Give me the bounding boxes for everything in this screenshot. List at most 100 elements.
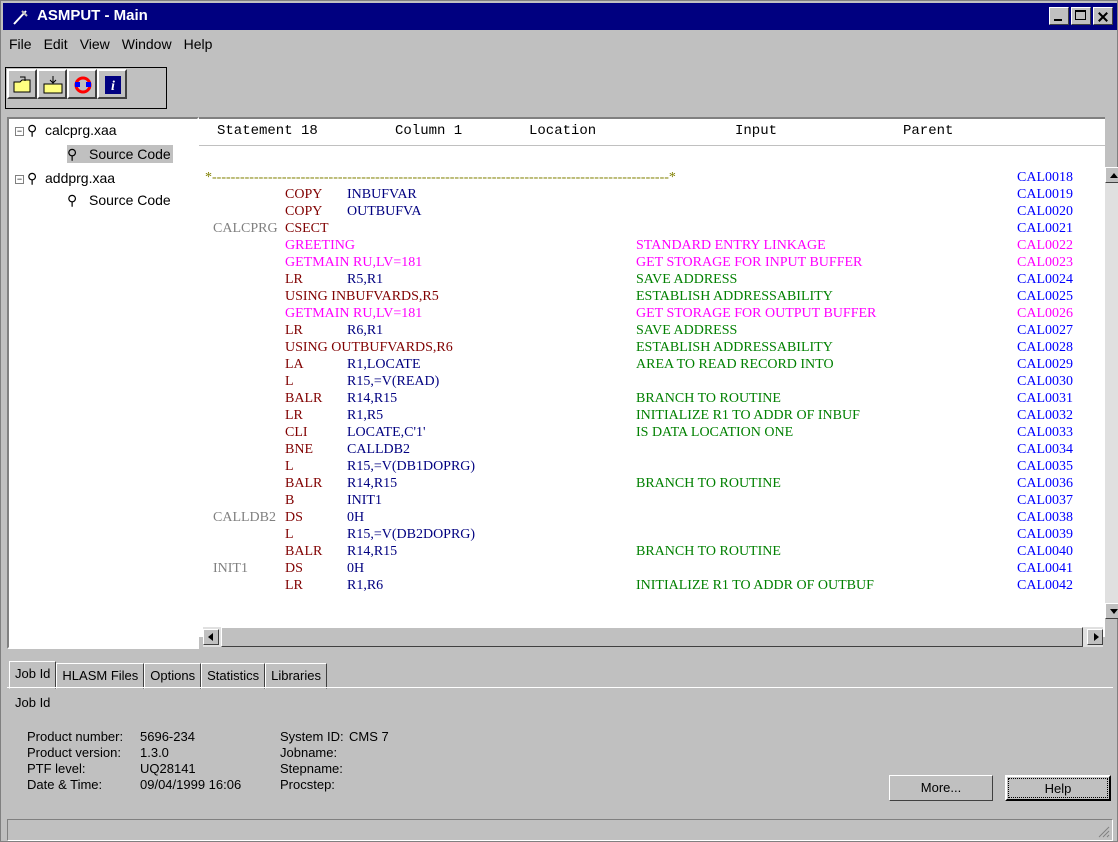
sequence-number: CAL0036 [1017,476,1073,491]
opcode: LA [285,357,304,372]
menu-bar: File Edit View Window Help [3,31,218,57]
opcode: LR [285,408,303,423]
sequence-number: CAL0025 [1017,289,1073,304]
file-tree[interactable]: − ⚲ calcprg.xaa ⚲ Source Code − ⚲ addprg.xa… [7,117,199,649]
load-icon [43,76,63,94]
statement-label: INIT1 [213,561,248,576]
tab-job-id[interactable]: Job Id [9,661,57,689]
tab-options[interactable]: Options [144,663,202,689]
tree-node-source[interactable]: ⚲ Source Code [67,191,171,209]
horizontal-scroll-thumb[interactable] [221,627,1083,647]
tab-libraries[interactable]: Libraries [265,663,327,689]
opcode: L [285,527,294,542]
scroll-left-button[interactable] [203,629,219,645]
telescope-icon: ⚲ [27,122,38,138]
operand: R5,R1 [347,272,384,287]
operand: INIT1 [347,493,382,508]
menu-window[interactable]: Window [116,31,178,57]
operand: R15,=V(READ) [347,374,440,389]
remark: INITIALIZE R1 TO ADDR OF OUTBUF [636,578,874,593]
resize-grip-icon[interactable] [1096,824,1110,838]
opcode: B [285,493,295,508]
operand: R15,=V(DB1DOPRG) [347,459,476,474]
code-line[interactable]: LR R1,R6 INITIALIZE R1 TO ADDR OF OUTBUF CA… [199,578,1105,594]
code-line[interactable]: GETMAIN RU,LV=181 GET STORAGE FOR INPUT B… [199,255,1105,271]
opcode: CSECT [285,221,329,236]
system-id-value: CMS 7 [349,729,389,744]
code-line[interactable]: LA R1,LOCATE AREA TO READ RECORD INTO CAL00… [199,357,1105,373]
code-line[interactable]: COPY OUTBUFVA CAL0020 [199,204,1105,220]
code-line[interactable]: BALR R14,R15 BRANCH TO ROUTINE CAL0040 [199,544,1105,560]
source-code-view[interactable]: Statement 18 Column 1 Location Input Par… [199,117,1105,637]
code-line[interactable]: BALR R14,R15 BRANCH TO ROUTINE CAL0031 [199,391,1105,407]
code-line[interactable]: USING OUTBUFVARDS,R6 ESTABLISH ADDRESSABI… [199,340,1105,356]
more-button[interactable]: More... [889,775,993,801]
job-id-heading: Job Id [15,695,51,710]
menu-help[interactable]: Help [178,31,219,57]
code-line[interactable]: LR R5,R1 SAVE ADDRESS CAL0024 [199,272,1105,288]
close-button[interactable] [1093,7,1113,25]
code-line[interactable]: L R15,=V(DB1DOPRG) CAL0035 [199,459,1105,475]
code-line[interactable]: B INIT1 CAL0037 [199,493,1105,509]
minimize-button[interactable] [1049,7,1069,25]
code-line[interactable]: L R15,=V(DB2DOPRG) CAL0039 [199,527,1105,543]
code-line[interactable]: CALCPRG CSECT CAL0021 [199,221,1105,237]
opcode: BNE [285,442,313,457]
code-line[interactable]: CALLDB2 DS 0H CAL0038 [199,510,1105,526]
code-line[interactable]: USING INBUFVARDS,R5 ESTABLISH ADDRESSABIL… [199,289,1105,305]
remark: ESTABLISH ADDRESSABILITY [636,289,833,304]
remark: SAVE ADDRESS [636,272,738,287]
code-line[interactable]: BNE CALLDB2 CAL0034 [199,442,1105,458]
tree-collapse-toggle[interactable]: − [15,175,24,184]
remark: BRANCH TO ROUTINE [636,476,781,491]
scroll-down-button[interactable] [1105,603,1118,619]
opcode: COPY [285,187,323,202]
horizontal-scrollbar[interactable] [203,627,1103,647]
title-bar[interactable]: ASMPUT - Main [3,3,1117,30]
tree-collapse-toggle[interactable]: − [15,127,24,136]
tree-file-label: addprg.xaa [45,170,116,186]
input-indicator: Input [735,123,778,139]
code-line[interactable]: LR R6,R1 SAVE ADDRESS CAL0027 [199,323,1105,339]
code-line[interactable]: INIT1 DS 0H CAL0041 [199,561,1105,577]
tree-node-file[interactable]: ⚲ addprg.xaa [27,169,115,187]
open-folder-button[interactable] [7,69,37,99]
remark: GET STORAGE FOR INPUT BUFFER [636,255,863,270]
product-number-label: Product number: [27,729,124,744]
help-button[interactable]: Help [1005,775,1111,801]
maximize-button[interactable] [1071,7,1091,25]
opcode: CLI [285,425,308,440]
code-line[interactable]: GETMAIN RU,LV=181 GET STORAGE FOR OUTPUT … [199,306,1105,322]
sequence-number: CAL0039 [1017,527,1073,542]
code-line[interactable]: CLI LOCATE,C'1' IS DATA LOCATION ONE CAL003… [199,425,1105,441]
scroll-up-button[interactable] [1105,167,1118,183]
refresh-button[interactable] [67,69,97,99]
opcode: LR [285,578,303,593]
remark: GET STORAGE FOR OUTPUT BUFFER [636,306,877,321]
sequence-number: CAL0019 [1017,187,1073,202]
menu-file[interactable]: File [3,31,38,57]
load-button[interactable] [37,69,67,99]
tree-node-source[interactable]: ⚲ Source Code [67,145,173,163]
scroll-right-button[interactable] [1087,629,1103,645]
code-line[interactable]: BALR R14,R15 BRANCH TO ROUTINE CAL0036 [199,476,1105,492]
tab-statistics[interactable]: Statistics [201,663,266,689]
info-button[interactable]: i [97,69,127,99]
menu-edit[interactable]: Edit [38,31,74,57]
code-line[interactable]: L R15,=V(READ) CAL0030 [199,374,1105,390]
menu-view[interactable]: View [74,31,116,57]
code-line[interactable]: GREETING STANDARD ENTRY LINKAGE CAL0022 [199,238,1105,254]
code-line[interactable]: COPY INBUFVAR CAL0019 [199,187,1105,203]
remark: STANDARD ENTRY LINKAGE [636,238,826,253]
tree-node-file[interactable]: ⚲ calcprg.xaa [27,121,117,139]
sequence-number: CAL0033 [1017,425,1073,440]
sequence-number: CAL0027 [1017,323,1073,338]
code-line[interactable]: LR R1,R5 INITIALIZE R1 TO ADDR OF INBUF CAL… [199,408,1105,424]
code-lines[interactable]: *---------------------------------------… [199,169,1105,637]
code-line[interactable]: *---------------------------------------… [199,170,1105,186]
vertical-scrollbar[interactable] [1105,167,1118,619]
procstep-label: Procstep: [280,777,335,792]
operand: 0H [347,561,365,576]
opcode: GREETING [285,238,355,253]
tab-hlasm-files[interactable]: HLASM Files [56,663,145,689]
